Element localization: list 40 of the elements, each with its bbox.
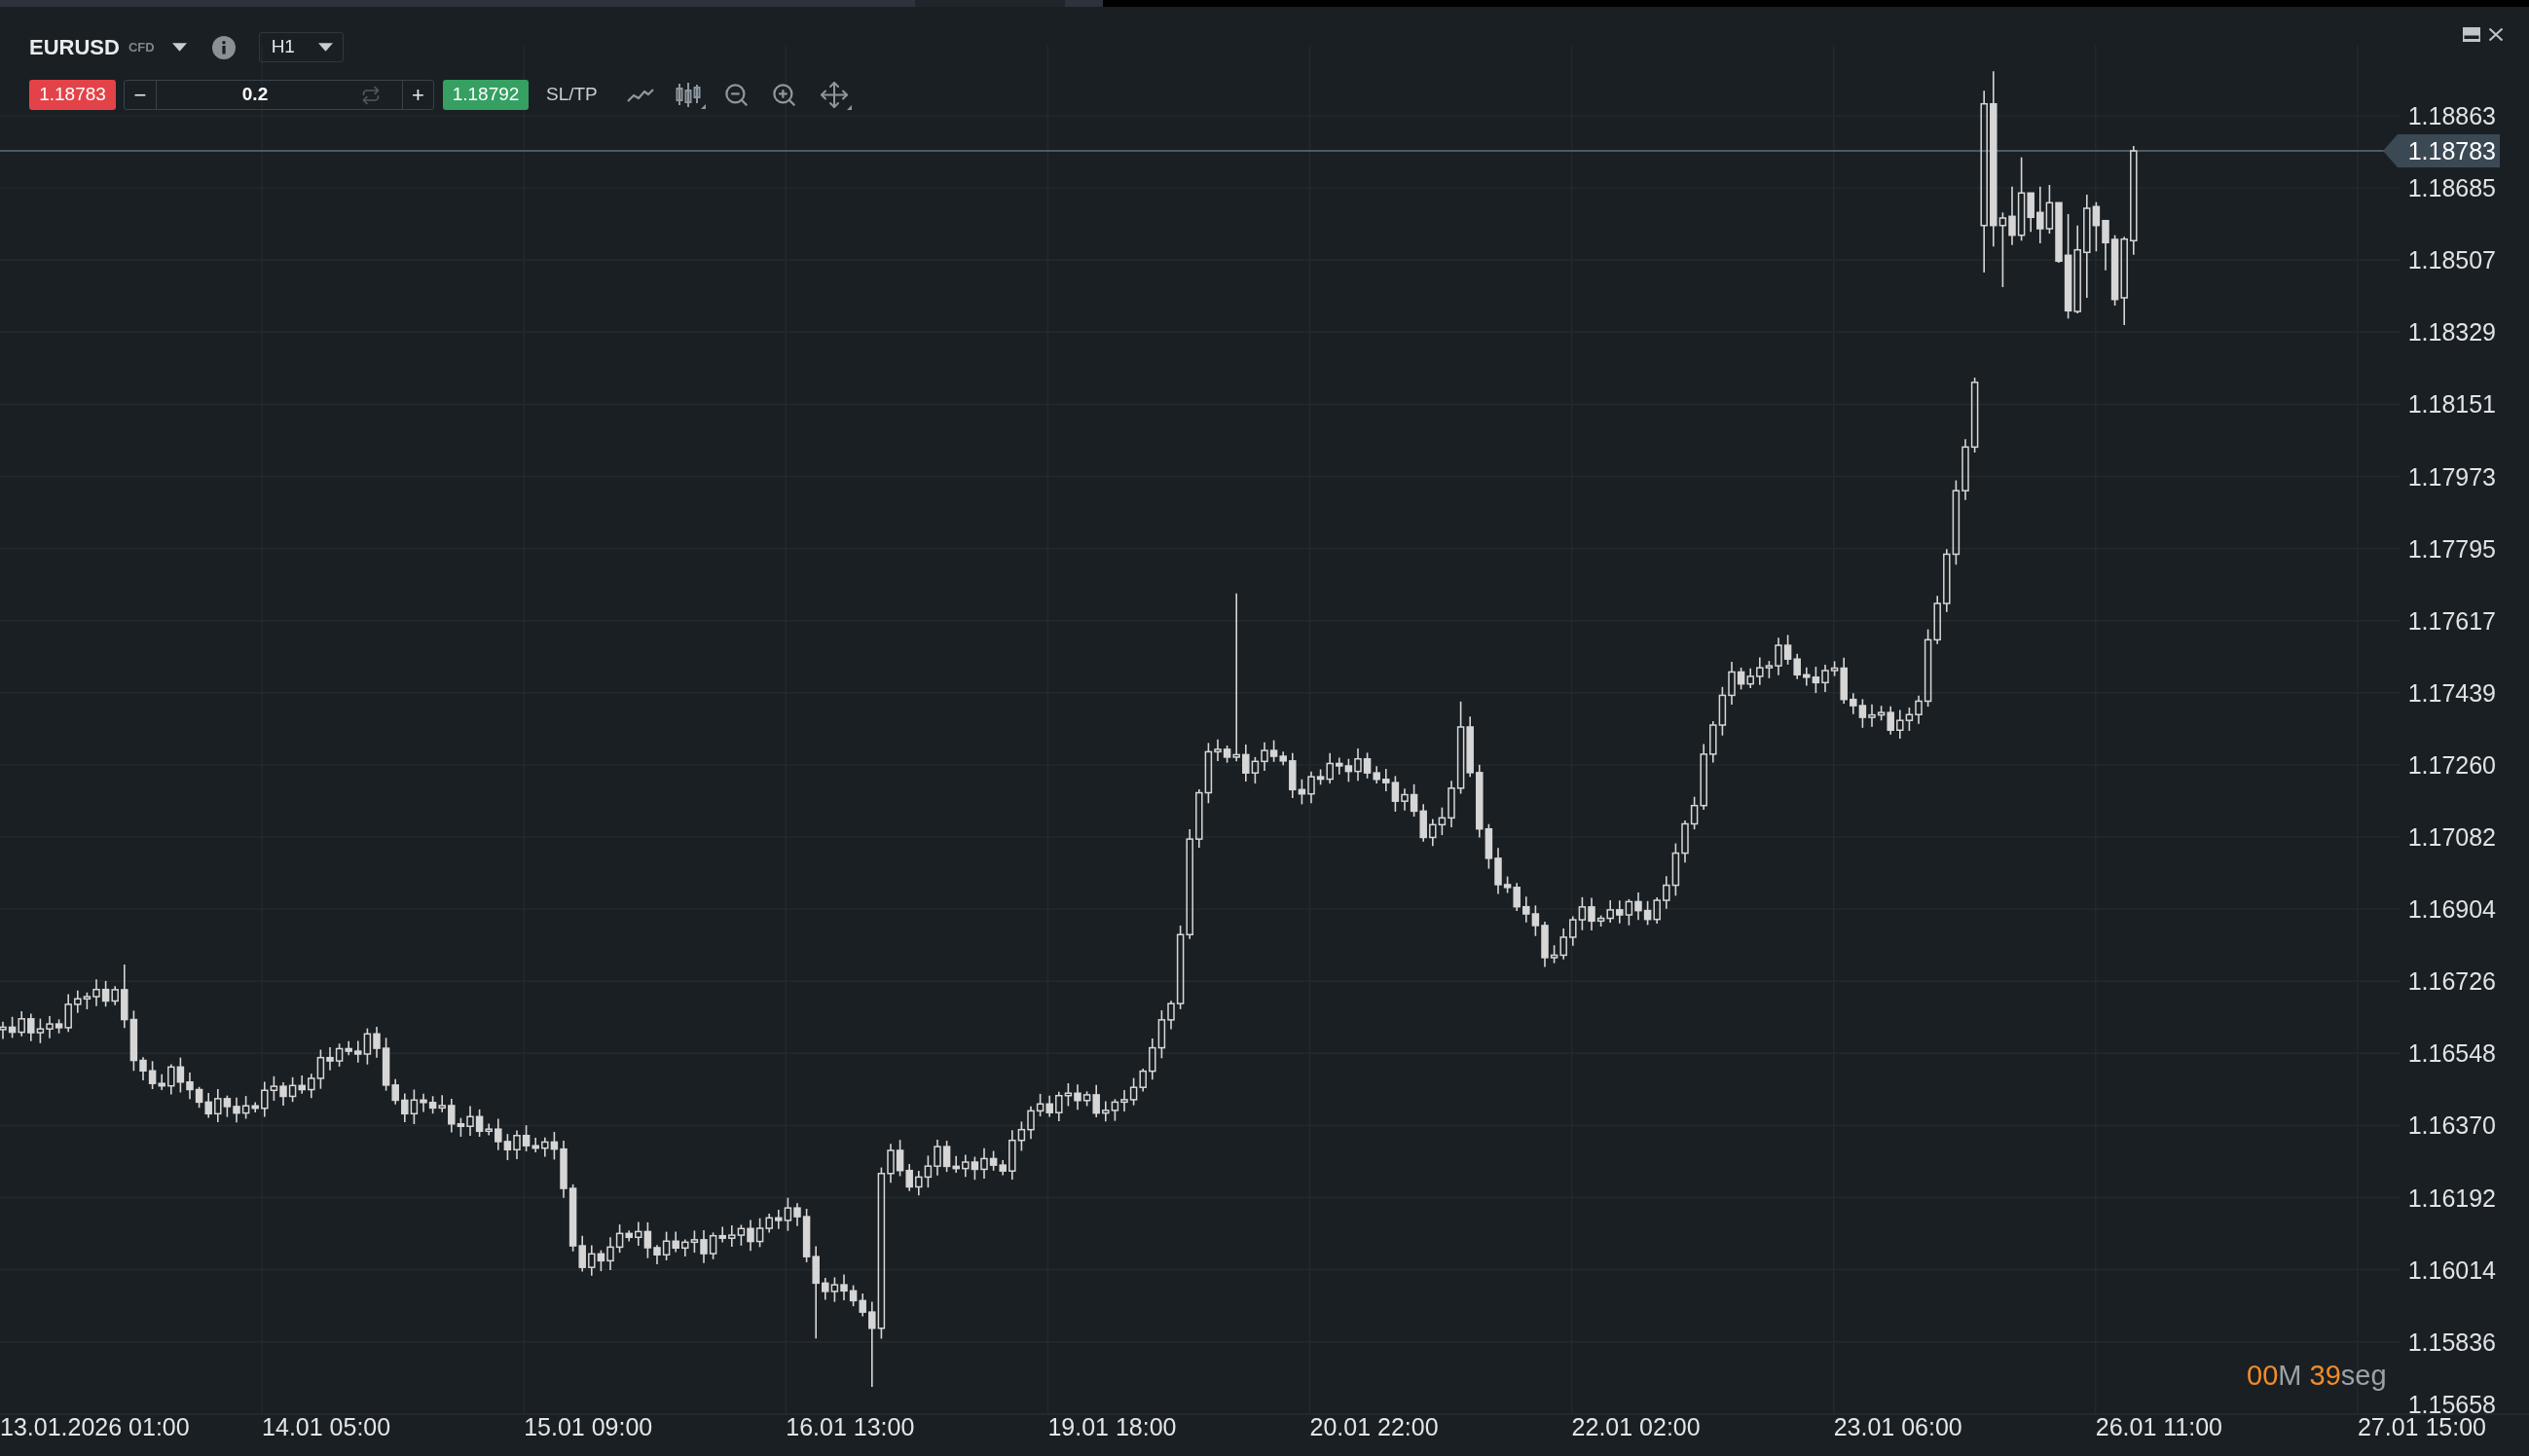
price-axis-label: 1.17795 — [2407, 536, 2496, 562]
price-axis-label: 1.18685 — [2407, 176, 2496, 201]
price-axis-label: 1.16548 — [2407, 1041, 2496, 1067]
close-icon[interactable] — [2488, 27, 2504, 42]
price-axis-label: 1.17260 — [2407, 752, 2496, 778]
price-axis-label: 1.18151 — [2407, 392, 2496, 418]
time-axis-label: 15.01 09:00 — [524, 1415, 653, 1439]
minimize-icon[interactable] — [2463, 27, 2480, 42]
time-axis-label: 14.01 05:00 — [262, 1415, 391, 1439]
time-axis-label: 22.01 02:00 — [1571, 1415, 1701, 1439]
price-axis-label: 1.16904 — [2407, 897, 2496, 923]
price-axis-label: 1.18863 — [2407, 104, 2496, 128]
time-axis-label: 20.01 22:00 — [1309, 1415, 1439, 1439]
price-axis-label: 1.17082 — [2407, 825, 2496, 850]
countdown-timer: 00M 39seg — [2247, 1362, 2387, 1390]
price-axis-label: 1.17973 — [2407, 464, 2496, 490]
price-axis-label: 1.15836 — [2407, 1329, 2496, 1355]
price-axis-label: 1.18507 — [2407, 248, 2496, 273]
time-axis-label: 26.01 11:00 — [2095, 1415, 2222, 1439]
info-icon[interactable] — [211, 35, 236, 59]
price-axis-label: 1.16726 — [2407, 969, 2496, 995]
price-axis-label: 1.18329 — [2407, 320, 2496, 346]
price-axis-label: 1.15658 — [2407, 1393, 2496, 1417]
price-axis-label: 1.16014 — [2407, 1257, 2496, 1283]
instrument-type-label: CFD — [128, 41, 155, 54]
symbol-name: EURUSD — [29, 36, 120, 58]
time-axis-label: 19.01 18:00 — [1047, 1415, 1177, 1439]
caret-icon[interactable] — [171, 43, 187, 52]
price-axis-label: 1.17617 — [2407, 608, 2496, 634]
time-axis-label: 27.01 15:00 — [2357, 1415, 2486, 1439]
time-axis-label: 23.01 06:00 — [1833, 1415, 1962, 1439]
top-scrollbar[interactable] — [0, 0, 2529, 7]
time-axis-label: 16.01 13:00 — [786, 1415, 915, 1439]
price-axis-label: 1.16192 — [2407, 1185, 2496, 1211]
timeframe-dropdown[interactable]: H1 — [258, 32, 344, 62]
current-price-tag: 1.18783 — [2383, 134, 2500, 167]
caret-icon[interactable] — [317, 43, 333, 52]
price-axis-label: 1.16370 — [2407, 1113, 2496, 1139]
price-axis-label: 1.17439 — [2407, 680, 2496, 706]
time-axis-label: 13.01.2026 01:00 — [0, 1415, 190, 1439]
